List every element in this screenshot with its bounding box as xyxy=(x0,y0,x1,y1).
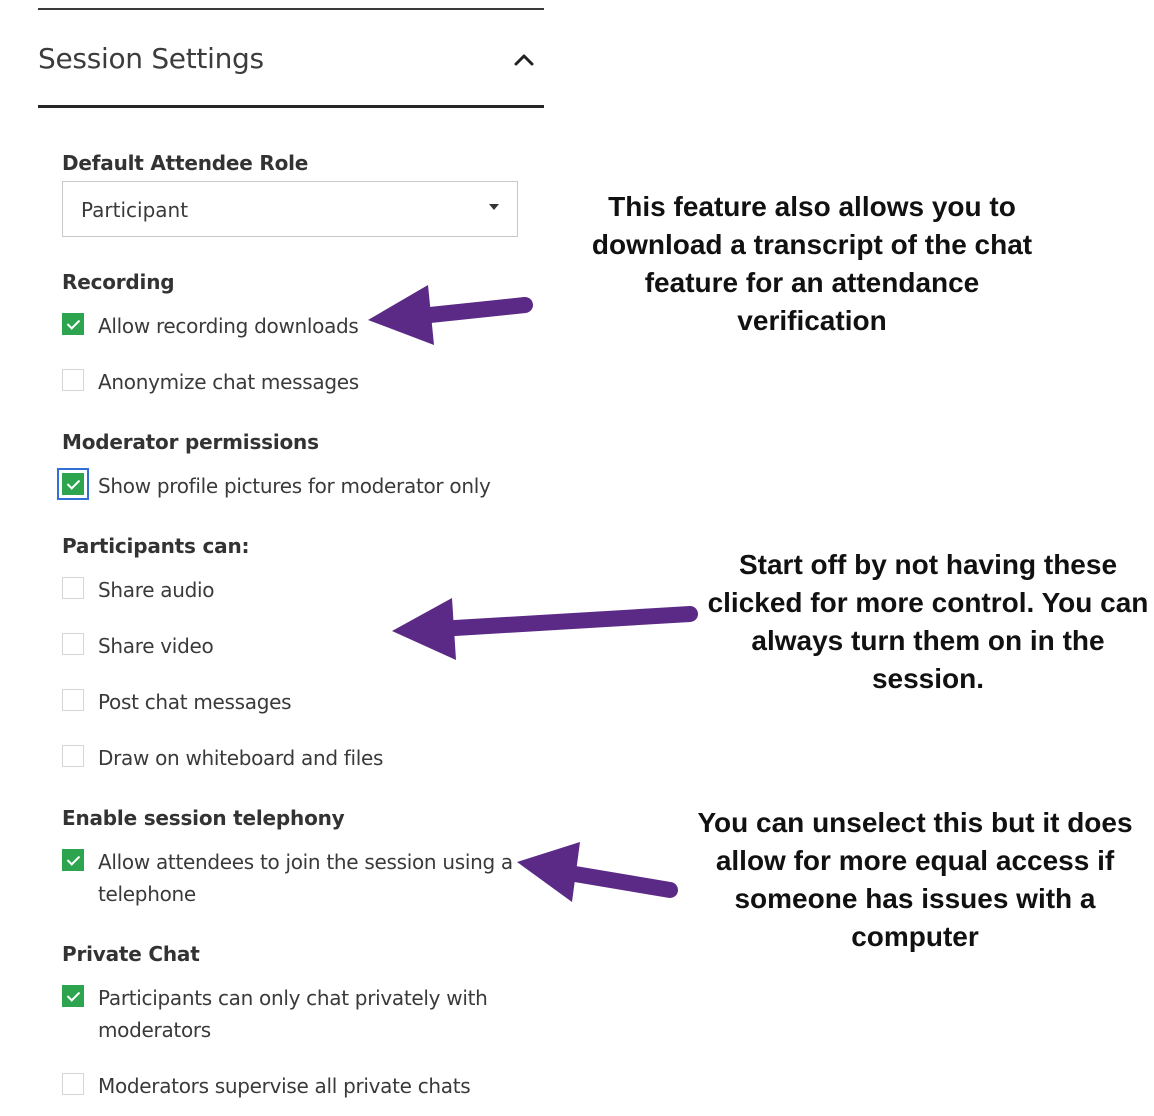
participants-annotation: Start off by not having these clicked fo… xyxy=(707,549,1149,694)
arrow-left-icon xyxy=(392,598,698,660)
arrow-left-icon xyxy=(368,285,533,345)
recording-annotation: This feature also allows you to download… xyxy=(591,191,1033,336)
arrow-left-icon xyxy=(517,842,678,902)
telephony-annotation: You can unselect this but it does allow … xyxy=(697,807,1133,952)
